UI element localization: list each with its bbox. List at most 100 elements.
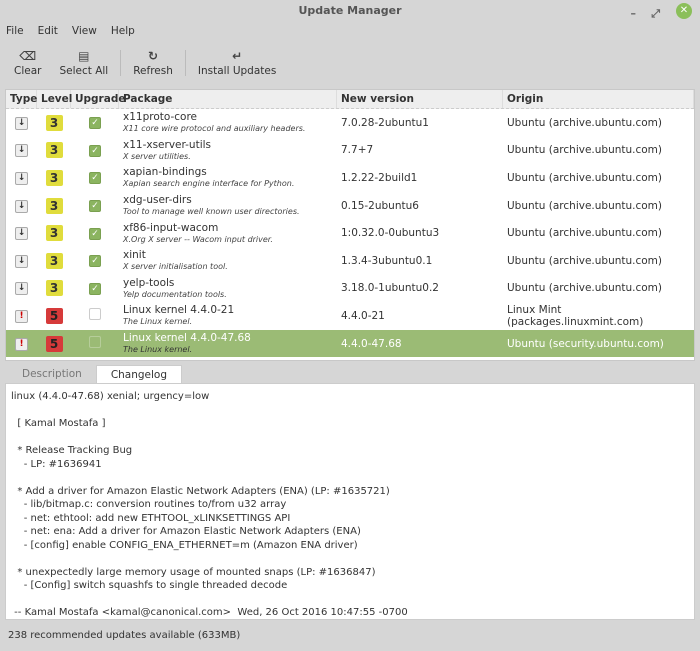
package-description: The Linux kernel. (123, 317, 193, 327)
menu-bar: File Edit View Help (0, 22, 700, 40)
backspace-icon: ⌫ (19, 49, 37, 63)
level-badge: 3 (45, 114, 63, 131)
upgrade-checkbox[interactable]: ✓ (89, 282, 101, 295)
package-name: xf86-input-wacom (123, 221, 219, 234)
updates-table: Type Level Upgrade Package New version O… (5, 89, 695, 361)
col-package[interactable]: Package (119, 90, 337, 108)
table-row[interactable]: ! 5 Linux kernel 4.4.0-21 The Linux kerne… (6, 302, 694, 330)
upgrade-checkbox[interactable] (89, 308, 101, 321)
package-description: X server utilities. (123, 151, 191, 161)
package-update-icon: ↓ (15, 144, 28, 158)
origin: Ubuntu (archive.ubuntu.com) (507, 199, 663, 212)
security-update-icon: ! (15, 309, 28, 323)
tab-bar: Description Changelog (8, 365, 183, 384)
changelog-text: linux (4.4.0-47.68) xenial; urgency=low … (5, 383, 695, 620)
level-badge: 3 (45, 142, 63, 159)
table-row[interactable]: ↓ 3 ✓ x11proto-core X11 core wire protoco… (6, 109, 694, 137)
origin: Ubuntu (archive.ubuntu.com) (507, 254, 663, 267)
status-text: 238 recommended updates available (633MB… (8, 630, 241, 641)
package-description: X server initialisation tool. (123, 262, 228, 272)
install-label: Install Updates (197, 65, 277, 77)
upgrade-checkbox[interactable]: ✓ (89, 144, 101, 157)
maximize-icon[interactable]: ⤢ (651, 3, 660, 25)
level-badge: 3 (45, 225, 63, 242)
package-update-icon: ↓ (15, 282, 28, 296)
package-update-icon: ↓ (15, 171, 28, 185)
table-row[interactable]: ↓ 3 ✓ xdg-user-dirs Tool to manage well k… (6, 192, 694, 220)
clear-button[interactable]: ⌫ Clear (8, 49, 47, 77)
package-name: x11-xserver-utils (123, 138, 212, 151)
new-version: 0.15-2ubuntu6 (341, 199, 419, 212)
new-version: 4.4.0-21 (341, 309, 385, 322)
document-icon: ▤ (78, 49, 90, 63)
new-version: 3.18.0-1ubuntu0.2 (341, 282, 439, 295)
table-row[interactable]: ↓ 3 ✓ xf86-input-wacom X.Org X server -- … (6, 219, 694, 247)
upgrade-checkbox[interactable]: ✓ (89, 172, 101, 185)
package-description: Tool to manage well known user directori… (123, 207, 300, 217)
package-update-icon: ↓ (15, 199, 28, 213)
close-icon[interactable]: ✕ (676, 3, 692, 19)
toolbar: ⌫ Clear ▤ Select All ↻ Refresh ↵ Install Upd… (0, 40, 700, 86)
upgrade-checkbox[interactable]: ✓ (89, 117, 101, 130)
upgrade-checkbox[interactable] (89, 336, 101, 349)
new-version: 4.4.0-47.68 (341, 337, 402, 350)
refresh-button[interactable]: ↻ Refresh (127, 49, 179, 77)
col-upgrade[interactable]: Upgrade (71, 90, 125, 108)
new-version: 1.3.4-3ubuntu0.1 (341, 254, 433, 267)
col-level[interactable]: Level (37, 90, 72, 108)
window-title: Update Manager (298, 4, 402, 17)
upgrade-checkbox[interactable]: ✓ (89, 200, 101, 213)
minimize-icon[interactable]: – (631, 3, 637, 25)
package-description: X.Org X server -- Wacom input driver. (123, 234, 273, 244)
new-version: 7.0.28-2ubuntu1 (341, 116, 429, 129)
menu-help[interactable]: Help (111, 22, 135, 40)
origin: Ubuntu (archive.ubuntu.com) (507, 282, 663, 295)
table-row[interactable]: ↓ 3 ✓ xapian-bindings Xapian search engin… (6, 164, 694, 192)
col-new-version[interactable]: New version (337, 90, 503, 108)
enter-icon: ↵ (232, 49, 243, 63)
package-update-icon: ↓ (15, 227, 28, 241)
table-row[interactable]: ↓ 3 ✓ xinit X server initialisation tool.… (6, 247, 694, 275)
level-badge: 5 (45, 335, 63, 352)
package-name: xapian-bindings (123, 166, 207, 179)
menu-edit[interactable]: Edit (38, 22, 58, 40)
col-origin[interactable]: Origin (503, 90, 694, 108)
package-description: X11 core wire protocol and auxiliary hea… (123, 124, 306, 134)
new-version: 1.2.22-2build1 (341, 171, 418, 184)
table-row[interactable]: ↓ 3 ✓ yelp-tools Yelp documentation tools… (6, 275, 694, 303)
new-version: 1:0.32.0-0ubuntu3 (341, 227, 440, 240)
origin: Ubuntu (security.ubuntu.com) (507, 337, 664, 350)
package-name: Linux kernel 4.4.0-47.68 (123, 332, 251, 345)
package-update-icon: ↓ (15, 254, 28, 268)
security-update-icon: ! (15, 337, 28, 351)
refresh-label: Refresh (133, 65, 173, 77)
refresh-icon: ↻ (148, 49, 159, 63)
separator (120, 50, 122, 76)
table-row[interactable]: ↓ 3 ✓ x11-xserver-utils X server utilitie… (6, 137, 694, 165)
level-badge: 3 (45, 169, 63, 186)
package-update-icon: ↓ (15, 116, 28, 130)
package-description: Xapian search engine interface for Pytho… (123, 179, 295, 189)
package-name: xinit (123, 249, 146, 262)
menu-view[interactable]: View (72, 22, 97, 40)
package-name: xdg-user-dirs (123, 194, 192, 207)
col-type[interactable]: Type (6, 90, 37, 108)
tab-changelog[interactable]: Changelog (95, 365, 183, 384)
menu-file[interactable]: File (6, 22, 24, 40)
tab-description[interactable]: Description (8, 365, 96, 384)
upgrade-checkbox[interactable]: ✓ (89, 227, 101, 240)
title-bar: Update Manager – ⤢ ✕ (0, 0, 700, 22)
package-description: The Linux kernel. (123, 345, 193, 355)
upgrade-checkbox[interactable]: ✓ (89, 255, 101, 268)
level-badge: 3 (45, 197, 63, 214)
package-description: Yelp documentation tools. (123, 289, 227, 299)
origin: Ubuntu (archive.ubuntu.com) (507, 171, 663, 184)
origin: Linux Mint (packages.linuxmint.com) (507, 303, 644, 328)
table-row[interactable]: ! 5 Linux kernel 4.4.0-47.68 The Linux ke… (6, 329, 694, 358)
package-name: x11proto-core (123, 111, 198, 124)
clear-label: Clear (14, 65, 42, 77)
select-all-button[interactable]: ▤ Select All (53, 49, 114, 77)
select-all-label: Select All (59, 65, 109, 77)
level-badge: 3 (45, 252, 63, 269)
install-updates-button[interactable]: ↵ Install Updates (192, 49, 282, 77)
